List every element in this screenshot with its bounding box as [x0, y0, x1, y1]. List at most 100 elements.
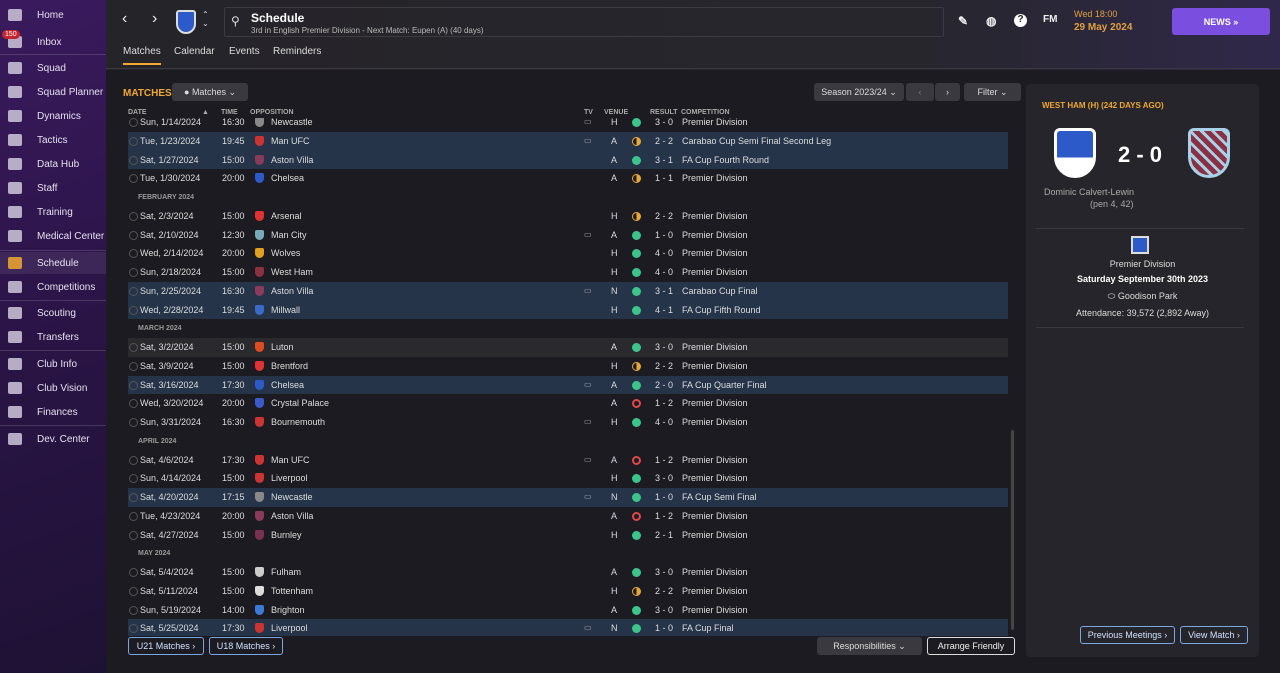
table-row[interactable]: Sat, 3/2/2024 15:00 Luton A 3 - 0 Premie… [128, 338, 1008, 357]
search-bar[interactable]: ⚲ Schedule 3rd in English Premier Divisi… [224, 7, 944, 37]
table-row[interactable]: Sun, 5/19/2024 14:00 Brighton A 3 - 0 Pr… [128, 601, 1008, 620]
help-icon[interactable]: ? [1014, 14, 1027, 27]
back-button[interactable]: ‹ [122, 10, 127, 28]
row-checkbox[interactable] [129, 361, 138, 371]
table-row[interactable]: Sun, 2/18/2024 15:00 West Ham H 4 - 0 Pr… [128, 263, 1008, 282]
sidebar-item-dynamics[interactable]: Dynamics [0, 105, 106, 127]
table-row[interactable]: Wed, 2/28/2024 19:45 Millwall H 4 - 1 FA… [128, 300, 1008, 320]
col-result[interactable]: RESULT [650, 109, 677, 116]
opponent-name[interactable]: Chelsea [271, 380, 304, 390]
row-checkbox[interactable] [129, 343, 138, 352]
row-checkbox[interactable] [129, 174, 138, 184]
table-row[interactable]: Wed, 3/20/2024 20:00 Crystal Palace A 1 … [128, 394, 1008, 413]
sidebar-item-club-info[interactable]: Club Info [0, 353, 106, 375]
opponent-name[interactable]: Wolves [271, 248, 300, 258]
prev-season-button[interactable]: ‹ [906, 83, 934, 101]
row-checkbox[interactable] [129, 211, 138, 221]
scrollbar[interactable] [1011, 430, 1014, 630]
table-row[interactable]: Sat, 4/27/2024 15:00 Burnley H 2 - 1 Pre… [128, 526, 1008, 545]
row-checkbox[interactable] [129, 493, 138, 502]
row-checkbox[interactable] [129, 286, 138, 296]
row-checkbox[interactable] [129, 586, 138, 596]
row-checkbox[interactable] [129, 380, 138, 390]
table-row[interactable]: Sat, 5/25/2024 17:30 Liverpool ▭ N 1 - 0… [128, 619, 1008, 636]
sidebar-item-squad[interactable]: Squad [0, 57, 106, 79]
row-checkbox[interactable] [129, 399, 138, 409]
table-row[interactable]: Sat, 5/4/2024 15:00 Fulham A 3 - 0 Premi… [128, 563, 1008, 582]
table-row[interactable]: Sat, 4/20/2024 17:15 Newcastle ▭ N 1 - 0… [128, 488, 1008, 507]
opponent-name[interactable]: Newcastle [271, 118, 313, 127]
row-checkbox[interactable] [129, 605, 138, 615]
table-row[interactable]: Tue, 4/23/2024 20:00 Aston Villa A 1 - 2… [128, 507, 1008, 526]
table-row[interactable]: Tue, 1/23/2024 19:45 Man UFC ▭ A 2 - 2 C… [128, 131, 1008, 151]
table-row[interactable]: Sat, 4/6/2024 17:30 Man UFC ▭ A 1 - 2 Pr… [128, 451, 1008, 470]
col-competition[interactable]: COMPETITION [681, 109, 730, 116]
sidebar-item-medical-center[interactable]: Medical Center [0, 225, 106, 247]
opponent-name[interactable]: West Ham [271, 267, 313, 277]
opponent-name[interactable]: Bournemouth [271, 417, 325, 427]
sidebar-item-squad-planner[interactable]: Squad Planner [0, 81, 106, 103]
tab-calendar[interactable]: Calendar [174, 46, 215, 57]
col-opposition[interactable]: OPPOSITION [250, 109, 294, 116]
club-crest-icon[interactable] [176, 10, 196, 34]
sidebar-item-schedule[interactable]: Schedule [0, 252, 106, 274]
opponent-name[interactable]: Burnley [271, 530, 302, 540]
row-checkbox[interactable] [129, 230, 138, 240]
row-checkbox[interactable] [129, 530, 138, 540]
opponent-name[interactable]: Luton [271, 342, 294, 352]
opponent-name[interactable]: Aston Villa [271, 155, 313, 165]
sidebar-item-finances[interactable]: Finances [0, 401, 106, 423]
fm-menu-button[interactable]: FM [1043, 14, 1057, 25]
view-match-button[interactable]: View Match › [1180, 626, 1248, 644]
sidebar-item-data-hub[interactable]: Data Hub [0, 153, 106, 175]
table-row[interactable]: Sat, 2/3/2024 15:00 Arsenal H 2 - 2 Prem… [128, 207, 1008, 226]
opponent-name[interactable]: Aston Villa [271, 286, 313, 296]
edit-icon[interactable]: ✎ [958, 14, 968, 28]
opponent-name[interactable]: Man UFC [271, 455, 310, 465]
sidebar-item-home[interactable]: Home [0, 4, 106, 26]
row-checkbox[interactable] [129, 474, 138, 484]
row-checkbox[interactable] [129, 268, 138, 277]
sidebar-item-staff[interactable]: Staff [0, 177, 106, 199]
row-checkbox[interactable] [129, 249, 138, 259]
opponent-name[interactable]: Brentford [271, 361, 308, 371]
row-checkbox[interactable] [129, 511, 138, 521]
u21-matches-button[interactable]: U21 Matches › [128, 637, 204, 655]
sidebar-item-scouting[interactable]: Scouting [0, 302, 106, 324]
next-season-button[interactable]: › [935, 83, 960, 101]
col-date[interactable]: DATE [128, 109, 147, 116]
sidebar-item-club-vision[interactable]: Club Vision [0, 377, 106, 399]
opponent-name[interactable]: Aston Villa [271, 511, 313, 521]
opponent-name[interactable]: Chelsea [271, 173, 304, 183]
sidebar-item-competitions[interactable]: Competitions [0, 276, 106, 298]
opponent-name[interactable]: Fulham [271, 567, 301, 577]
tab-matches[interactable]: Matches [123, 46, 161, 65]
club-switch-icon[interactable]: ⌃ ⌄ [202, 10, 209, 28]
forward-button[interactable]: › [152, 10, 157, 28]
opponent-name[interactable]: Man UFC [271, 136, 310, 146]
table-row[interactable]: Sat, 3/16/2024 17:30 Chelsea ▭ A 2 - 0 F… [128, 375, 1008, 395]
row-checkbox[interactable] [129, 418, 138, 427]
sidebar-item-dev-center[interactable]: Dev. Center [0, 428, 106, 450]
col-tv[interactable]: TV [584, 109, 593, 116]
opponent-name[interactable]: Liverpool [271, 623, 308, 633]
row-checkbox[interactable] [129, 305, 138, 315]
previous-meetings-button[interactable]: Previous Meetings › [1080, 626, 1175, 644]
table-row[interactable]: Sun, 2/25/2024 16:30 Aston Villa ▭ N 3 -… [128, 281, 1008, 301]
tab-events[interactable]: Events [229, 46, 260, 57]
table-row[interactable]: Sun, 4/14/2024 15:00 Liverpool H 3 - 0 P… [128, 469, 1008, 488]
table-row[interactable]: Sat, 5/11/2024 15:00 Tottenham H 2 - 2 P… [128, 582, 1008, 601]
col-venue[interactable]: VENUE [604, 109, 628, 116]
table-row[interactable]: Sun, 3/31/2024 16:30 Bournemouth ▭ H 4 -… [128, 413, 1008, 432]
table-row[interactable]: Sat, 1/27/2024 15:00 Aston Villa A 3 - 1… [128, 150, 1008, 170]
row-checkbox[interactable] [129, 136, 138, 146]
opponent-name[interactable]: Arsenal [271, 211, 302, 221]
table-row[interactable]: Wed, 2/14/2024 20:00 Wolves H 4 - 0 Prem… [128, 244, 1008, 263]
sidebar-item-transfers[interactable]: Transfers [0, 326, 106, 348]
opponent-name[interactable]: Crystal Palace [271, 398, 329, 408]
u18-matches-button[interactable]: U18 Matches › [209, 637, 283, 655]
sidebar-item-tactics[interactable]: Tactics [0, 129, 106, 151]
filter-button[interactable]: Filter ⌄ [964, 83, 1021, 101]
view-dropdown[interactable]: ● Matches ⌄ [172, 83, 248, 101]
row-checkbox[interactable] [129, 624, 138, 634]
